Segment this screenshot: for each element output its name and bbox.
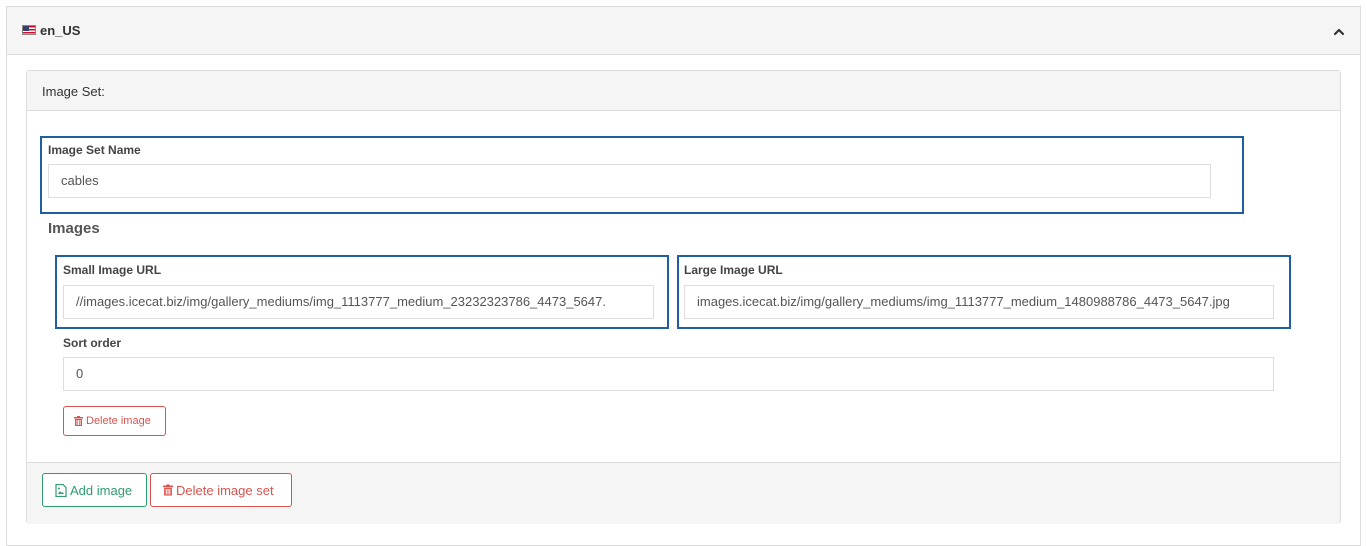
trash-icon	[163, 484, 173, 496]
locale-title: en_US	[40, 23, 81, 38]
sort-order-label: Sort order	[63, 336, 122, 350]
large-image-url-input[interactable]: images.icecat.biz/img/gallery_mediums/im…	[684, 285, 1274, 319]
image-set-name-input[interactable]: cables	[48, 164, 1211, 198]
locale-panel-header[interactable]: en_US	[7, 7, 1360, 55]
image-file-icon	[55, 483, 67, 497]
images-heading: Images	[48, 220, 100, 237]
delete-image-set-button[interactable]: Delete image set	[150, 473, 292, 507]
small-image-url-input[interactable]: //images.icecat.biz/img/gallery_mediums/…	[63, 285, 654, 319]
add-image-label: Add image	[70, 482, 133, 498]
delete-image-button[interactable]: Delete image	[63, 406, 166, 436]
add-image-button[interactable]: Add image	[42, 473, 147, 507]
us-flag-icon	[22, 25, 36, 35]
chevron-up-icon[interactable]	[1332, 25, 1346, 39]
image-set-title: Image Set:	[42, 84, 105, 99]
sort-order-input[interactable]: 0	[63, 357, 1274, 391]
trash-icon	[74, 416, 83, 426]
delete-image-label: Delete image	[86, 415, 151, 427]
image-set-name-label: Image Set Name	[48, 143, 141, 157]
large-image-url-label: Large Image URL	[684, 263, 783, 277]
small-image-url-label: Small Image URL	[63, 263, 162, 277]
image-set-header: Image Set:	[27, 71, 1340, 111]
delete-image-set-label: Delete image set	[176, 482, 274, 498]
